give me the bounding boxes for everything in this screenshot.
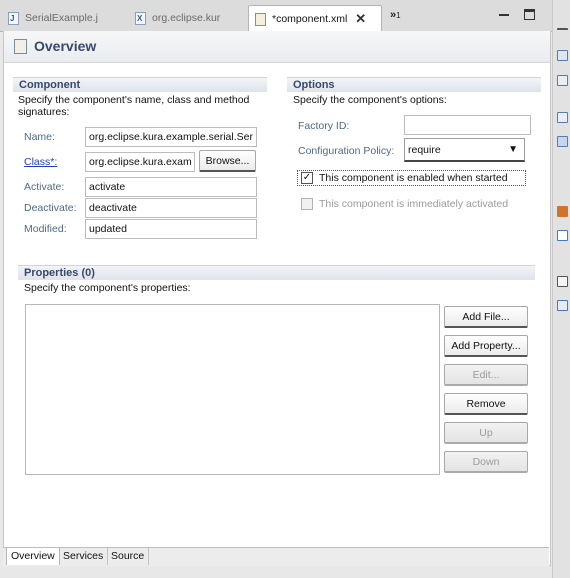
- console-view-icon[interactable]: [557, 230, 568, 241]
- properties-section-title: Properties (0): [18, 265, 535, 280]
- name-label: Name:: [24, 131, 55, 143]
- tab-overview[interactable]: Overview: [6, 548, 60, 565]
- modified-field[interactable]: updated: [85, 219, 257, 239]
- tab-component-xml[interactable]: *component.xml ✕: [248, 5, 382, 32]
- component-definition-icon: [14, 39, 27, 54]
- factory-id-field[interactable]: [404, 115, 531, 135]
- component-xml-icon: [255, 12, 266, 26]
- modified-label: Modified:: [24, 223, 67, 235]
- configuration-policy-value: require: [408, 144, 441, 156]
- server-view-icon[interactable]: [557, 276, 568, 287]
- class-link[interactable]: Class*:: [24, 156, 57, 168]
- outline-view-icon[interactable]: [557, 50, 568, 61]
- configuration-policy-label: Configuration Policy:: [298, 145, 395, 157]
- tab-label: org.eclipse.kur: [152, 12, 221, 24]
- restore-view-icon[interactable]: [557, 28, 568, 32]
- problems-view-icon[interactable]: [557, 206, 568, 217]
- java-file-icon: J: [8, 11, 19, 25]
- immediate-checkbox[interactable]: [301, 198, 313, 210]
- project-view-icon[interactable]: [557, 136, 568, 147]
- form-header: Overview: [4, 31, 550, 63]
- editor-page-tabs: Overview Services Source: [3, 547, 549, 566]
- dropdown-arrow-icon: ▼: [508, 144, 518, 155]
- enabled-checkbox-row[interactable]: ✓ This component is enabled when started: [297, 170, 526, 186]
- add-property-button[interactable]: Add Property...: [444, 335, 528, 357]
- minimize-icon[interactable]: [499, 9, 510, 20]
- options-section-description: Specify the component's options:: [293, 94, 447, 106]
- factory-id-label: Factory ID:: [298, 120, 350, 132]
- options-section-title: Options: [287, 77, 541, 92]
- deactivate-field[interactable]: deactivate: [85, 198, 257, 218]
- properties-list[interactable]: [25, 304, 440, 475]
- component-section-description: Specify the component's name, class and …: [18, 94, 250, 118]
- tab-label: *component.xml: [272, 13, 348, 25]
- deactivate-label: Deactivate:: [24, 202, 77, 214]
- editor-tab-bar: J SerialExample.j X org.eclipse.kur *com…: [0, 0, 552, 32]
- activate-label: Activate:: [24, 181, 65, 193]
- name-field[interactable]: org.eclipse.kura.example.serial.Ser: [85, 127, 257, 147]
- enabled-checkbox[interactable]: ✓: [301, 172, 313, 184]
- component-editor: Overview Component Specify the component…: [3, 31, 551, 566]
- properties-section-description: Specify the component's properties:: [24, 282, 191, 294]
- tab-overflow-button[interactable]: »1: [390, 9, 401, 21]
- component-section-title: Component: [13, 77, 267, 92]
- tab-source[interactable]: Source: [107, 548, 150, 565]
- enabled-checkbox-label: This component is enabled when started: [319, 172, 508, 184]
- class-field[interactable]: org.eclipse.kura.exam: [85, 152, 195, 172]
- up-button[interactable]: Up: [444, 422, 528, 444]
- manifest-file-icon: X: [135, 11, 146, 25]
- remove-button[interactable]: Remove: [444, 393, 528, 415]
- tab-overflow-count: 1: [396, 11, 401, 20]
- right-trim-stack: [552, 0, 570, 578]
- add-file-button[interactable]: Add File...: [444, 306, 528, 328]
- progress-view-icon[interactable]: [557, 300, 568, 311]
- tab-manifest[interactable]: X org.eclipse.kur: [135, 6, 245, 30]
- edit-button[interactable]: Edit...: [444, 364, 528, 386]
- close-icon[interactable]: ✕: [355, 11, 366, 27]
- tab-services[interactable]: Services: [59, 548, 109, 565]
- maximize-icon[interactable]: [524, 9, 535, 20]
- page-title: Overview: [34, 38, 97, 54]
- configuration-policy-select[interactable]: require ▼: [404, 138, 525, 162]
- down-button[interactable]: Down: [444, 451, 528, 473]
- package-explorer-icon[interactable]: [557, 112, 568, 123]
- immediate-checkbox-label: This component is immediately activated: [319, 198, 509, 210]
- task-list-icon[interactable]: [557, 75, 568, 86]
- activate-field[interactable]: activate: [85, 177, 257, 197]
- tab-label: SerialExample.j: [25, 12, 98, 24]
- browse-button[interactable]: Browse...: [199, 150, 256, 172]
- tab-serial-example[interactable]: J SerialExample.j: [8, 6, 126, 30]
